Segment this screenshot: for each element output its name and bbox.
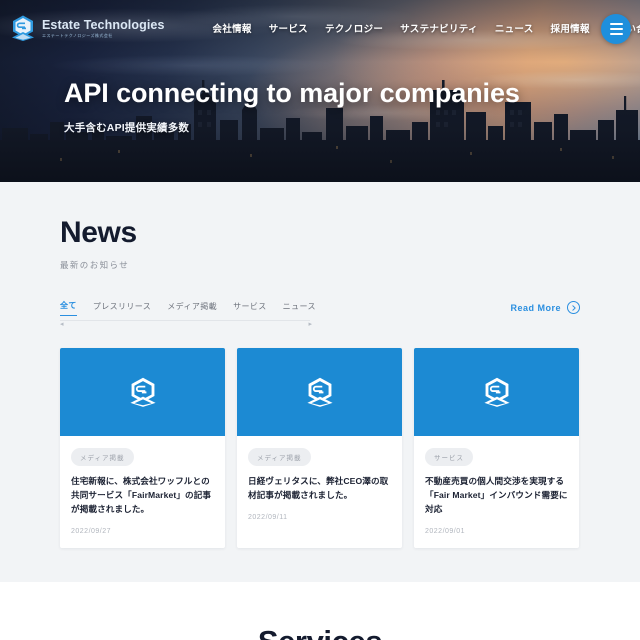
- logo-tagline: エステートテクノロジーズ株式会社: [42, 32, 113, 38]
- news-card-badge: サービス: [425, 448, 473, 466]
- news-card-body: メディア掲載 日経ヴェリタスに、弊社CEO澤の取材記事が掲載されました。 202…: [237, 436, 402, 534]
- nav-item-news[interactable]: ニュース: [495, 21, 534, 35]
- nav-item-sustainability[interactable]: サステナビリティ: [400, 21, 478, 35]
- news-section: News 最新のお知らせ 全て プレスリリース メディア掲載 サービス ニュース…: [0, 182, 640, 582]
- news-filter-tabs: 全て プレスリリース メディア掲載 サービス ニュース: [60, 300, 315, 316]
- hexagon-layers-logo-icon: [129, 377, 156, 407]
- tab-all[interactable]: 全て: [60, 300, 77, 316]
- main-navigation: 会社情報 サービス テクノロジー サステナビリティ ニュース 採用情報 お問い合…: [213, 21, 640, 35]
- news-card-thumbnail: [414, 348, 579, 436]
- nav-item-recruit[interactable]: 採用情報: [551, 21, 590, 35]
- tab-service[interactable]: サービス: [233, 301, 267, 316]
- nav-item-technology[interactable]: テクノロジー: [325, 21, 383, 35]
- logo-company-name: Estate Technologies: [42, 17, 165, 32]
- news-tabs-row: 全て プレスリリース メディア掲載 サービス ニュース ◂ ▸ Read Mor…: [60, 300, 580, 329]
- news-card-thumbnail: [60, 348, 225, 436]
- tab-media[interactable]: メディア掲載: [167, 301, 217, 316]
- news-card-date: 2022/09/27: [71, 527, 112, 535]
- hero-section: Estate Technologies エステートテクノロジーズ株式会社 会社情…: [0, 0, 640, 182]
- tabs-scrollbar[interactable]: ◂ ▸: [60, 320, 312, 329]
- site-header: Estate Technologies エステートテクノロジーズ株式会社 会社情…: [0, 0, 640, 56]
- nav-item-services[interactable]: サービス: [269, 21, 308, 35]
- chevron-right-icon[interactable]: ▸: [308, 320, 312, 329]
- tab-news[interactable]: ニュース: [283, 301, 316, 316]
- read-more-link[interactable]: Read More: [510, 300, 580, 314]
- news-card-title: 住宅新報に、株式会社ワッフルとの共同サービス「FairMarket」の記事が掲載…: [71, 476, 212, 514]
- nav-item-company[interactable]: 会社情報: [213, 21, 252, 35]
- news-title: News: [60, 216, 137, 249]
- news-card-title: 日経ヴェリタスに、弊社CEO澤の取材記事が掲載されました。: [248, 476, 389, 500]
- news-card-date: 2022/09/11: [248, 513, 288, 521]
- hexagon-layers-logo-icon: [12, 15, 34, 41]
- hexagon-layers-logo-icon: [483, 377, 510, 407]
- hero-title: API connecting to major companies: [64, 78, 520, 108]
- news-subtitle: 最新のお知らせ: [60, 260, 130, 270]
- services-title: Services: [0, 626, 640, 640]
- news-card-body: サービス 不動産売買の個人間交渉を実現する「Fair Market」インバウンド…: [414, 436, 579, 548]
- news-card[interactable]: メディア掲載 日経ヴェリタスに、弊社CEO澤の取材記事が掲載されました。 202…: [237, 348, 402, 548]
- hero-subtitle: 大手含むAPI提供実績多数: [64, 122, 190, 135]
- news-tabs-container: 全て プレスリリース メディア掲載 サービス ニュース ◂ ▸: [60, 300, 315, 329]
- site-logo[interactable]: Estate Technologies エステートテクノロジーズ株式会社: [10, 14, 165, 42]
- chevron-left-icon[interactable]: ◂: [60, 320, 64, 329]
- news-card[interactable]: メディア掲載 住宅新報に、株式会社ワッフルとの共同サービス「FairMarket…: [60, 348, 225, 548]
- circle-arrow-right-icon: [567, 301, 580, 314]
- news-card-date: 2022/09/01: [425, 527, 466, 535]
- news-card[interactable]: サービス 不動産売買の個人間交渉を実現する「Fair Market」インバウンド…: [414, 348, 579, 548]
- services-section: Services サービス: [0, 581, 640, 640]
- hero-copy: API connecting to major companies 大手含むAP…: [64, 78, 520, 135]
- hexagon-layers-logo-icon: [306, 377, 333, 407]
- read-more-label: Read More: [510, 302, 561, 313]
- news-card-list: メディア掲載 住宅新報に、株式会社ワッフルとの共同サービス「FairMarket…: [60, 348, 580, 548]
- hamburger-menu-icon[interactable]: [601, 14, 631, 44]
- news-card-thumbnail: [237, 348, 402, 436]
- news-card-title: 不動産売買の個人間交渉を実現する「Fair Market」インバウンド需要に対応: [425, 476, 568, 514]
- news-card-badge: メディア掲載: [71, 448, 134, 466]
- news-card-body: メディア掲載 住宅新報に、株式会社ワッフルとの共同サービス「FairMarket…: [60, 436, 225, 548]
- tab-press-release[interactable]: プレスリリース: [93, 301, 151, 316]
- news-card-badge: メディア掲載: [248, 448, 311, 466]
